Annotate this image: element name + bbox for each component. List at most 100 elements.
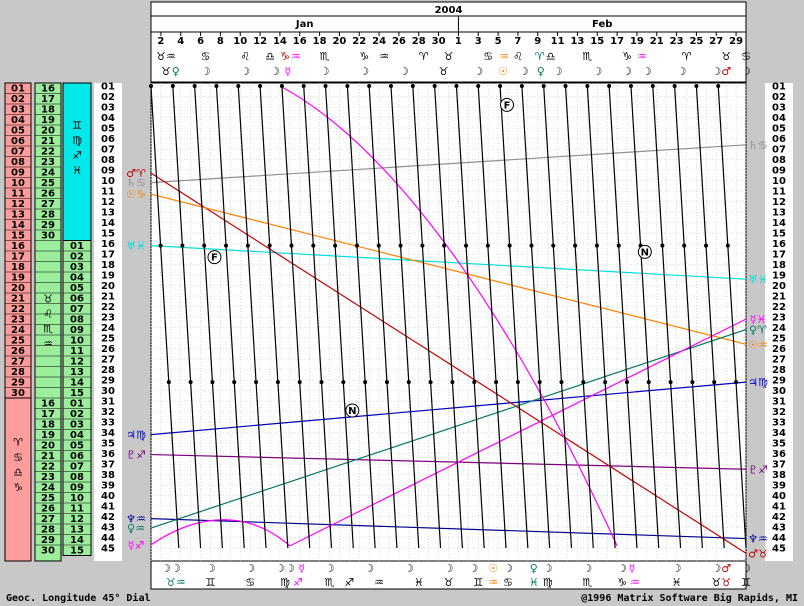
y-tick-label-right: 35 [772,439,786,450]
bottom-glyph: ♐ [344,576,354,589]
bottom-glyph: ♏ [325,576,335,589]
aspect-dot [668,380,673,385]
sign-cell-label: 10 [70,336,84,347]
sign-cell-label: 16 [41,84,55,95]
aspect-dot [603,380,608,385]
sign-cell-label: 13 [70,367,84,378]
aspect-dot [660,243,665,248]
sign-cell-label: 14 [70,378,84,389]
aspect-dot [267,243,272,248]
y-tick-label-left: 13 [101,208,115,219]
y-tick-label-right: 32 [772,407,786,418]
y-tick-label-left: 22 [101,302,115,313]
x-tick-label: 10 [233,36,247,47]
moon-line-dot [454,84,459,88]
y-tick-label-left: 04 [101,113,115,124]
planet-label-left: ♀♒ [127,522,145,535]
zodiac-glyph: ♈ [13,436,23,449]
aspect-dot [245,243,250,248]
y-tick-label-right: 36 [772,449,786,460]
bottom-glyph: ♓ [672,576,682,589]
sign-cell-label: 28 [41,525,55,536]
aspect-dot [363,380,368,385]
x-tick-label: 1 [455,36,462,47]
sign-cell-label: 09 [70,325,84,336]
graphic-ephemeris-chart: 2004Jan Feb2 4 6 8 10 12 14 16 18 20 22 24 26 28 30 1 3 5 7… [0,0,804,606]
top-glyph: ♉ [444,50,454,63]
bottom-glyph: ☽ [275,562,285,575]
sign-cell-label: 25 [41,493,55,504]
x-tick-label: 4 [177,36,184,47]
top-glyph: ♒ [379,50,389,63]
top-glyph: ☽ [677,65,687,78]
y-tick-label-right: 11 [772,187,786,198]
top-glyph: ♈ [682,50,692,63]
y-tick-label-right: 39 [772,481,786,492]
sign-cell-label: 09 [70,483,84,494]
bottom-glyph: ☽ [711,562,721,575]
aspect-dot [202,243,207,248]
sign-cell-label: 27 [41,514,55,525]
y-tick-label-right: 14 [772,218,786,229]
y-tick-label-right: 16 [772,239,786,250]
aspect-dot [581,380,586,385]
zodiac-glyph: ♓ [72,164,82,177]
y-tick-label-left: 02 [101,92,115,103]
top-glyph: ♋ [201,50,211,63]
sign-cell-label: 30 [41,231,55,242]
aspect-dot [734,380,739,385]
aspect-dot [354,243,359,248]
planet-label-right: ☉♒ [748,338,768,351]
top-glyph: ♌ [240,50,250,63]
top-glyph: ☽ [473,65,483,78]
sign-cell-label: 04 [11,115,25,126]
y-tick-label-right: 04 [772,113,786,124]
top-glyph: ♉ [439,65,449,78]
y-tick-label-left: 18 [101,260,115,271]
top-glyph: ☽ [240,65,250,78]
aspect-dot [442,243,447,248]
y-tick-label-right: 24 [772,323,786,334]
sign-cell-label: 07 [70,304,84,315]
aspect-dot [464,243,469,248]
y-tick-label-right: 29 [772,376,786,387]
x-tick-label: 24 [372,36,386,47]
sign-cell-label: 23 [41,472,55,483]
zodiac-glyph: ♎ [13,466,23,479]
bottom-glyph: ☽ [503,562,513,575]
sign-cell-label: 11 [11,189,25,200]
bottom-glyph: ♀ [530,562,538,575]
planet-label-right: ♃♍ [748,376,768,389]
sign-cell-label: 16 [41,399,55,410]
sign-bar-pink [4,397,32,562]
top-glyph: ☽ [399,65,409,78]
sign-cell-label: 25 [41,178,55,189]
sign-cell-label: 15 [70,546,84,557]
y-tick-label-left: 09 [101,166,115,177]
sign-cell-label: 24 [41,168,55,179]
sign-cell-label: 24 [11,325,25,336]
sign-cell-label: 10 [70,493,84,504]
aspect-dot [319,380,324,385]
sign-cell-label: 17 [41,94,55,105]
sign-cell-label: 10 [11,178,25,189]
moon-line-dot [345,84,350,88]
bottom-glyph: ♐ [293,576,303,589]
planet-label-left: ☿♐ [128,539,145,552]
bottom-glyph: ☽ [404,562,414,575]
y-tick-label-right: 45 [772,544,786,555]
bottom-glyph: ☽ [325,562,335,575]
sign-cell-label: 03 [70,420,84,431]
sign-cell-label: 22 [11,304,25,315]
x-tick-label: 18 [313,36,327,47]
sign-cell-label: 19 [11,273,25,284]
sign-cell-label: 16 [11,241,25,252]
sign-cell-label: 26 [41,189,55,200]
sign-cell-label: 07 [11,147,25,158]
bottom-glyph: ♒ [374,576,384,589]
moon-line-dot [323,84,328,88]
x-tick-label: 29 [729,36,743,47]
sign-cell-label: 22 [41,147,55,158]
sign-cell-label: 26 [11,346,25,357]
bottom-glyph: ♉ [711,576,721,589]
